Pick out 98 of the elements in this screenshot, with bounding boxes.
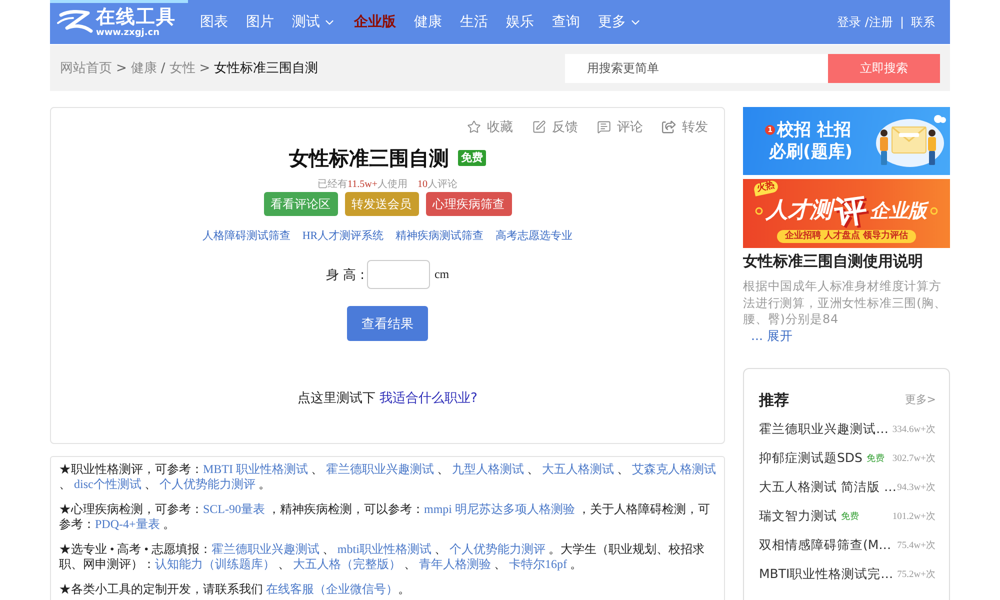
- guide-title: 女性标准三围自测使用说明: [743, 251, 924, 271]
- reference-link[interactable]: 霍兰德职业兴趣测试: [326, 462, 434, 476]
- field-label: 身 高 :: [326, 266, 364, 284]
- recommend-link[interactable]: 瑞文智力测试: [759, 508, 837, 524]
- reference-paragraph: ★选专业 • 高考 • 志愿填报：霍兰德职业兴趣测试 、 mbti职业性格测试 、 个人优势能力测评 。大学生（职业规划、校招求职、网申测评）：认知能力（训练题库） 、 大五人格（完整版） 、 青年人格测验 、 卡特尔16pf 。: [59, 542, 706, 572]
- logo-title[interactable]: 在线工具: [96, 6, 176, 28]
- recommend-link[interactable]: 大五人格测试 简洁版 …: [759, 478, 896, 496]
- unit-label: cm: [434, 267, 450, 282]
- reference-link[interactable]: 大五人格（完整版）: [293, 557, 401, 571]
- reference-link[interactable]: 个人优势能力测评: [449, 542, 546, 556]
- ring-icon: [755, 207, 763, 215]
- related-link[interactable]: 高考志愿选专业: [496, 229, 573, 243]
- ad-banner[interactable]: 火热 人才测 评 企业版 企业招聘 人才盘点 领导力评估: [743, 179, 950, 248]
- banner-headline: 校招 社招: [777, 120, 851, 140]
- search-field[interactable]: 用搜索更简单: [565, 54, 828, 82]
- usage-count: 94.3w+次: [897, 482, 936, 494]
- guide-description: 根据中国成年人标准身材维度计算方法进行测算，亚洲女性标准三围(胸、腰、臀)分别是84: [743, 278, 948, 328]
- nav-link[interactable]: 企业版: [354, 12, 396, 32]
- usage-count: 334.6w+次: [892, 424, 936, 436]
- nav-link[interactable]: 测试: [292, 12, 336, 32]
- nav-link[interactable]: 娱乐: [506, 12, 534, 32]
- edit-icon: [532, 120, 546, 134]
- reference-link[interactable]: SCL-90量表: [203, 502, 266, 516]
- career-test-link[interactable]: 我适合什么职业?: [380, 389, 478, 407]
- reference-link[interactable]: disc个性测试: [74, 477, 142, 491]
- ring-icon: [930, 207, 938, 215]
- usage-count: 101.2w+次: [892, 510, 936, 522]
- related-link[interactable]: 精神疾病测试筛查: [396, 229, 484, 243]
- action-link[interactable]: 评论: [597, 118, 643, 136]
- related-link[interactable]: HR人才测评系统: [302, 229, 384, 243]
- nav-link[interactable]: 生活: [460, 12, 488, 32]
- nav-link[interactable]: 查询: [552, 12, 580, 32]
- free-tag: 免费: [866, 452, 884, 464]
- hot-tag: 火热: [753, 180, 779, 196]
- comment-icon: [597, 120, 611, 134]
- reference-link[interactable]: mbti职业性格测试: [337, 542, 432, 556]
- account-link[interactable]: 登录 /注册: [837, 14, 893, 30]
- swoosh-logo-icon: [57, 9, 93, 35]
- action-link[interactable]: 反馈: [532, 118, 578, 136]
- reference-link[interactable]: 认知能力（训练题库）: [155, 557, 275, 571]
- recommend-link[interactable]: 抑郁症测试题SDS: [759, 450, 862, 466]
- recommend-title: 推荐: [759, 390, 789, 410]
- banner-headline: 企业版: [870, 199, 927, 224]
- nav-link[interactable]: 图片: [246, 12, 274, 32]
- page-title: 女性标准三围自测: [289, 145, 449, 171]
- reference-link[interactable]: mmpi 明尼苏达多项人格测验: [424, 502, 576, 516]
- reference-link[interactable]: 大五人格测试: [542, 462, 614, 476]
- breadcrumb-link[interactable]: 女性: [169, 59, 196, 77]
- more-link[interactable]: 更多>: [904, 392, 936, 407]
- nav-link[interactable]: 健康: [414, 12, 442, 32]
- banner-highlight-character: 评: [832, 192, 870, 230]
- reference-link[interactable]: 卡特尔16pf: [509, 557, 567, 571]
- usage-count: 302.7w+次: [892, 452, 936, 464]
- reference-paragraph: ★各类小工具的定制开发，请联系我们 在线客服（企业微信号）。: [59, 582, 411, 597]
- recommend-link[interactable]: 霍兰德职业兴趣测试…: [759, 420, 888, 438]
- reference-link[interactable]: MBTI 职业性格测试: [203, 462, 308, 476]
- height-input[interactable]: [367, 260, 430, 289]
- free-badge: 免费: [458, 150, 486, 166]
- reference-link[interactable]: 霍兰德职业兴趣测试: [211, 542, 320, 556]
- action-button[interactable]: 转发送会员: [344, 192, 418, 216]
- banner-headline: 必刷(题库): [769, 142, 853, 162]
- breadcrumb-separator: >: [116, 60, 127, 76]
- reference-paragraph: ★职业性格测评，可参考：MBTI 职业性格测试 、 霍兰德职业兴趣测试 、 九型人格测试 、 大五人格测试 、 艾森克人格测试 、 disc个性测试 、 个人优势能力测评 。: [59, 462, 716, 492]
- separator: |: [900, 15, 904, 29]
- account-link[interactable]: 联系: [911, 14, 935, 30]
- nav-link[interactable]: 图表: [200, 12, 228, 32]
- usage-count: 75.2w+次: [897, 568, 936, 580]
- recommend-link[interactable]: MBTI职业性格测试完…: [759, 566, 894, 582]
- banner-subtitle: 企业招聘 人才盘点 领导力评估: [776, 230, 916, 243]
- free-tag: 免费: [841, 510, 859, 522]
- nav-link[interactable]: 更多: [598, 12, 642, 32]
- action-link[interactable]: 转发: [662, 118, 708, 136]
- reference-paragraph: ★心理疾病检测，可参考：SCL-90量表 ，精神疾病检测，可以参考：mmpi 明尼苏达多项人格测验 ，关于人格障碍检测，可参考：PDQ-4+量表 。: [59, 502, 712, 532]
- search-button[interactable]: 立即搜索: [828, 54, 940, 82]
- breadcrumb-separator: /: [160, 60, 166, 76]
- prompt-text: 点这里测试下: [298, 390, 376, 407]
- reference-link[interactable]: 在线客服（企业微信号）: [266, 582, 398, 596]
- reference-link[interactable]: 青年人格测验: [419, 557, 491, 571]
- submit-button[interactable]: 查看结果: [347, 306, 428, 341]
- action-button[interactable]: 心理疾病筛查: [426, 192, 512, 216]
- reference-link[interactable]: PDQ-4+量表: [95, 517, 160, 531]
- reference-link[interactable]: 个人优势能力测评: [159, 477, 256, 491]
- related-link[interactable]: 人格障碍测试筛查: [202, 229, 290, 243]
- recommend-link[interactable]: 双相情感障碍筛查(M…: [759, 536, 892, 554]
- action-link[interactable]: 收藏: [467, 118, 513, 136]
- breadcrumb-link[interactable]: 健康: [130, 59, 157, 77]
- breadcrumb-link[interactable]: 网站首页: [60, 59, 112, 77]
- breadcrumb-link[interactable]: 女性标准三围自测: [214, 59, 318, 77]
- logo-url: www.zxgj.cn: [96, 28, 160, 38]
- breadcrumb-separator: >: [199, 60, 210, 76]
- reference-link[interactable]: 艾森克人格测试: [632, 462, 716, 476]
- star-icon: [467, 120, 481, 134]
- usage-stats: 已经有11.5w+人使用 10人评论: [318, 178, 458, 191]
- share-icon: [662, 120, 676, 134]
- action-button[interactable]: 看看评论区: [264, 192, 338, 216]
- usage-count: 75.4w+次: [897, 540, 936, 552]
- reference-link[interactable]: 九型人格测试: [452, 462, 524, 476]
- expand-link[interactable]: ... 展开: [751, 328, 793, 344]
